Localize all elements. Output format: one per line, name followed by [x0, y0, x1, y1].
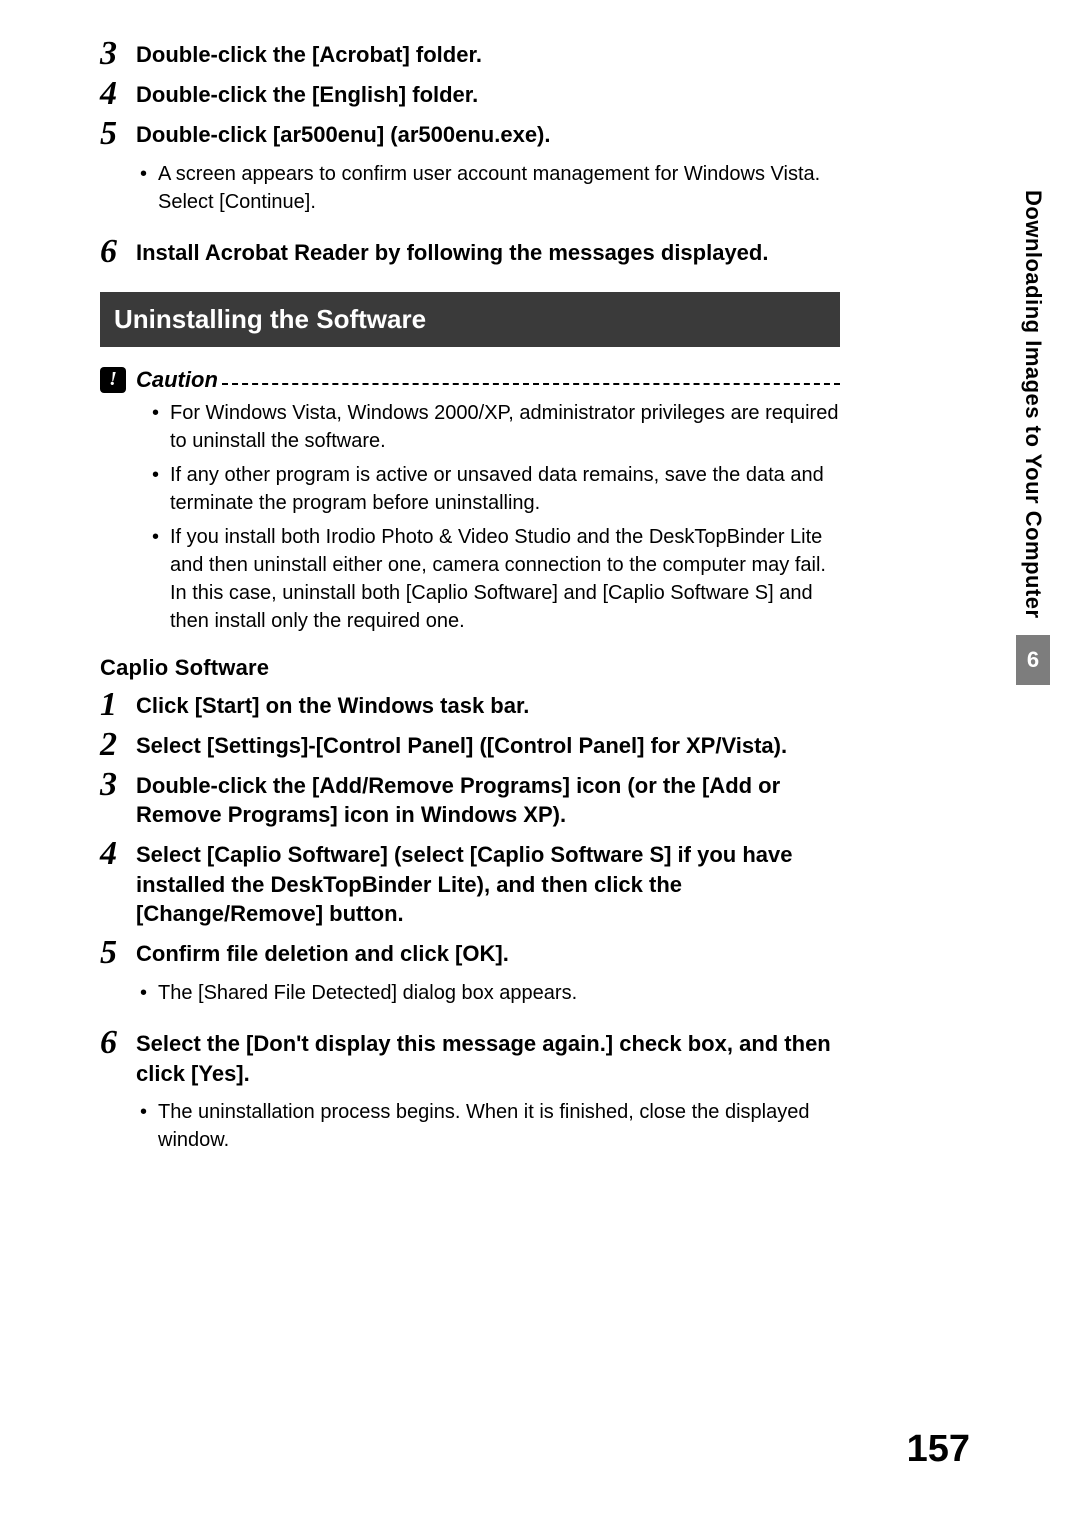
step-text: Select [Caplio Software] (select [Caplio…	[136, 842, 792, 926]
step-text: Double-click [ar500enu] (ar500enu.exe).	[136, 122, 551, 147]
manual-page: 3Double-click the [Acrobat] folder.4Doub…	[0, 0, 1080, 1521]
step-body: Confirm file deletion and click [OK]. The…	[136, 939, 840, 1019]
step-text: Select the [Don't display this message a…	[136, 1031, 831, 1086]
step-body: Click [Start] on the Windows task bar.	[136, 691, 840, 721]
step-body: Install Acrobat Reader by following the …	[136, 238, 840, 268]
subheading-caplio-software: Caplio Software	[100, 655, 840, 681]
page-number: 157	[907, 1428, 970, 1471]
step-number: 4	[100, 78, 136, 110]
step-text: Double-click the [Acrobat] folder.	[136, 42, 482, 67]
step-number: 5	[100, 118, 136, 150]
step-body: Double-click the [Acrobat] folder.	[136, 40, 840, 70]
side-tab-title: Downloading Images to Your Computer	[1020, 190, 1046, 619]
step-number: 1	[100, 689, 136, 721]
step-body: Double-click [ar500enu] (ar500enu.exe). A…	[136, 120, 840, 228]
step-body: Double-click the [Add/Remove Programs] i…	[136, 771, 840, 830]
step-sub-bullets: A screen appears to confirm user account…	[136, 154, 840, 228]
step-text: Double-click the [Add/Remove Programs] i…	[136, 773, 780, 828]
numbered-step: 5Confirm file deletion and click [OK]. Th…	[100, 939, 840, 1019]
caution-icon: !	[100, 367, 126, 393]
side-tab: Downloading Images to Your Computer 6	[1016, 190, 1050, 685]
step-number: 6	[100, 236, 136, 268]
caution-bullet-item: If you install both Irodio Photo & Video…	[152, 523, 840, 635]
step-text: Select [Settings]-[Control Panel] ([Cont…	[136, 733, 787, 758]
numbered-step: 3Double-click the [Add/Remove Programs] …	[100, 771, 840, 830]
numbered-step: 6Select the [Don't display this message …	[100, 1029, 840, 1166]
step-number: 6	[100, 1027, 136, 1059]
caution-bullet-item: If any other program is active or unsave…	[152, 461, 840, 517]
step-sub-bullets: The [Shared File Detected] dialog box ap…	[136, 973, 840, 1019]
sub-bullet-item: The uninstallation process begins. When …	[140, 1098, 840, 1154]
step-number: 3	[100, 38, 136, 70]
step-sub-bullets: The uninstallation process begins. When …	[136, 1092, 840, 1166]
step-body: Select the [Don't display this message a…	[136, 1029, 840, 1166]
step-number: 4	[100, 838, 136, 870]
numbered-step: 4Select [Caplio Software] (select [Capli…	[100, 840, 840, 929]
step-text: Install Acrobat Reader by following the …	[136, 240, 768, 265]
caution-bullet-list: For Windows Vista, Windows 2000/XP, admi…	[100, 399, 840, 635]
step-text: Confirm file deletion and click [OK].	[136, 941, 509, 966]
numbered-step: 5Double-click [ar500enu] (ar500enu.exe).…	[100, 120, 840, 228]
step-text: Click [Start] on the Windows task bar.	[136, 693, 529, 718]
step-text: Double-click the [English] folder.	[136, 82, 478, 107]
numbered-step: 3Double-click the [Acrobat] folder.	[100, 40, 840, 70]
section-heading-bar: Uninstalling the Software	[100, 292, 840, 347]
numbered-step: 4Double-click the [English] folder.	[100, 80, 840, 110]
chapter-number-box: 6	[1016, 635, 1050, 685]
step-number: 2	[100, 729, 136, 761]
sub-bullet-item: A screen appears to confirm user account…	[140, 160, 840, 216]
top-steps-list: 3Double-click the [Acrobat] folder.4Doub…	[100, 40, 840, 268]
step-number: 3	[100, 769, 136, 801]
sub-bullet-item: The [Shared File Detected] dialog box ap…	[140, 979, 840, 1007]
numbered-step: 2Select [Settings]-[Control Panel] ([Con…	[100, 731, 840, 761]
caution-label: Caution	[136, 367, 218, 393]
caution-rule	[222, 383, 840, 385]
step-body: Double-click the [English] folder.	[136, 80, 840, 110]
bottom-steps-list: 1Click [Start] on the Windows task bar.2…	[100, 691, 840, 1167]
numbered-step: 1Click [Start] on the Windows task bar.	[100, 691, 840, 721]
numbered-step: 6Install Acrobat Reader by following the…	[100, 238, 840, 268]
caution-bullet-item: For Windows Vista, Windows 2000/XP, admi…	[152, 399, 840, 455]
step-number: 5	[100, 937, 136, 969]
caution-header: ! Caution	[100, 367, 840, 393]
page-content: 3Double-click the [Acrobat] folder.4Doub…	[100, 40, 840, 1166]
step-body: Select [Settings]-[Control Panel] ([Cont…	[136, 731, 840, 761]
step-body: Select [Caplio Software] (select [Caplio…	[136, 840, 840, 929]
